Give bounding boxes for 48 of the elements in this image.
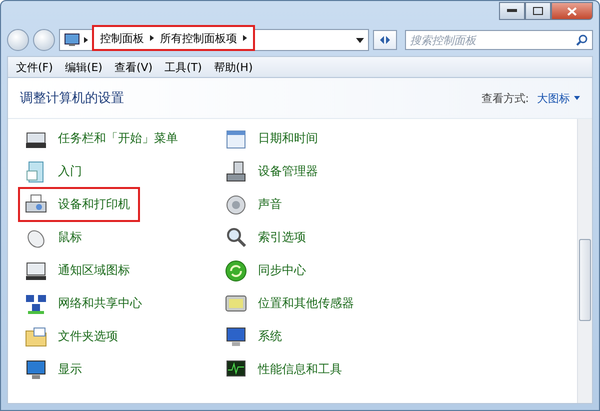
folder-icon (24, 324, 48, 348)
forward-button[interactable] (33, 29, 55, 51)
maximize-button[interactable] (525, 2, 551, 20)
monitor-icon (224, 324, 248, 348)
sync-icon (224, 258, 248, 282)
menu-item[interactable]: 帮助(H) (210, 60, 257, 74)
magnifier-icon (224, 226, 248, 250)
monitor-icon (24, 358, 48, 382)
minimize-button[interactable] (499, 2, 525, 20)
control-panel-item[interactable]: 日期和时间 (218, 121, 328, 156)
computer-icon (224, 160, 248, 184)
control-panel-item[interactable]: 设备管理器 (218, 154, 328, 189)
control-panel-item[interactable]: 同步中心 (218, 253, 316, 288)
breadcrumb-link[interactable]: 所有控制面板项 (160, 30, 237, 46)
menu-item[interactable]: 编辑(E) (60, 60, 106, 74)
menu-item[interactable]: 工具(T) (160, 60, 206, 74)
close-button[interactable] (551, 2, 593, 20)
view-label: 查看方式: (481, 90, 529, 106)
page-title: 调整计算机的设置 (20, 90, 124, 107)
control-panel-item[interactable]: 系统 (218, 319, 292, 354)
control-panel-item[interactable]: 任务栏和「开始」菜单 (18, 121, 188, 156)
scrollbar[interactable] (577, 119, 592, 403)
control-panel-item[interactable]: 声音 (218, 187, 292, 222)
speaker-icon (224, 192, 248, 216)
control-panel-item[interactable]: 通知区域图标 (18, 253, 140, 288)
refresh-arrows-icon (378, 34, 392, 46)
menu-item[interactable]: 文件(F) (12, 60, 57, 74)
close-icon (567, 6, 577, 16)
search-field[interactable]: 搜索控制面板 (405, 30, 593, 50)
maximize-icon (533, 7, 543, 15)
control-panel-item[interactable]: 文件夹选项 (18, 319, 128, 354)
refresh-button[interactable] (373, 30, 397, 50)
control-panel-item[interactable]: 显示 (18, 352, 92, 387)
control-panel-icon (64, 33, 80, 47)
search-icon (576, 34, 588, 46)
view-mode-dropdown[interactable]: 大图标 (537, 90, 580, 106)
menu-item[interactable]: 查看(V) (110, 60, 157, 74)
control-panel-item[interactable]: 鼠标 (18, 220, 92, 255)
back-button[interactable] (7, 29, 29, 51)
control-panel-item[interactable]: 设备和打印机 (18, 187, 140, 222)
control-panel-item[interactable]: 网络和共享中心 (18, 286, 152, 321)
dropdown-caret-icon[interactable] (356, 38, 364, 42)
control-panel-item[interactable]: 入门 (18, 154, 92, 189)
control-panel-item[interactable]: 性能信息和工具 (218, 352, 352, 387)
control-panel-item[interactable]: 位置和其他传感器 (218, 286, 364, 321)
minimize-icon (507, 9, 517, 13)
control-panel-item[interactable]: 索引选项 (218, 220, 316, 255)
breadcrumb-link[interactable]: 控制面板 (100, 30, 144, 46)
